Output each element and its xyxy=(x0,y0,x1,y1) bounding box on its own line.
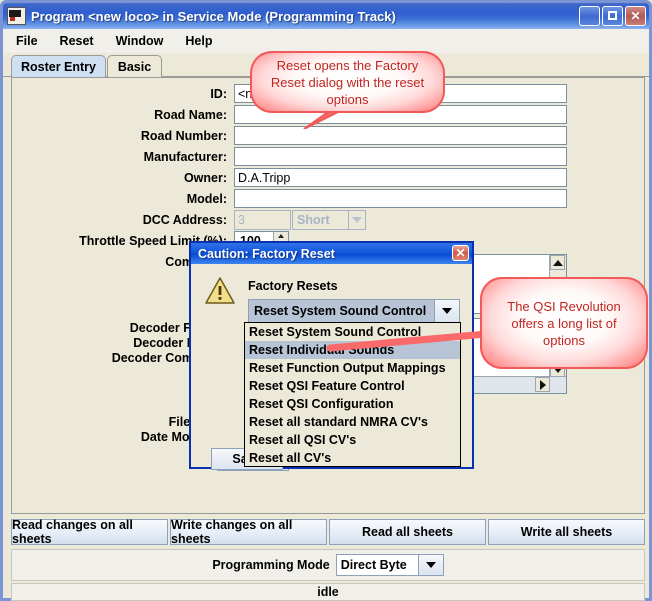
minimize-icon: _ xyxy=(585,11,594,28)
close-icon: ✕ xyxy=(630,9,641,23)
dialog-close-button[interactable]: ✕ xyxy=(452,245,469,261)
scroll-up-icon[interactable] xyxy=(550,255,565,270)
programming-mode-bar: Programming Mode Direct Byte xyxy=(11,549,645,581)
callout-qsi-revolution: The QSI Revolution offers a long list of… xyxy=(480,277,648,369)
chevron-down-icon xyxy=(348,211,365,229)
menu-item-file[interactable]: File xyxy=(7,32,47,50)
read-changes-all-sheets-button[interactable]: Read changes on all sheets xyxy=(11,518,168,546)
factory-resets-combo[interactable]: Reset System Sound Control xyxy=(248,299,460,323)
label-road-name: Road Name: xyxy=(154,108,227,122)
dcc-address-type-combo[interactable]: Short xyxy=(292,210,366,230)
window-controls: _ ✕ xyxy=(579,6,646,28)
menu-item-help[interactable]: Help xyxy=(176,32,221,50)
manufacturer-field[interactable] xyxy=(234,147,567,166)
tab-basic[interactable]: Basic xyxy=(107,55,162,77)
close-button[interactable]: ✕ xyxy=(625,6,646,26)
warning-triangle-icon xyxy=(205,277,235,304)
application-window: Program <new loco> in Service Mode (Prog… xyxy=(0,0,652,601)
list-item[interactable]: Reset QSI Configuration xyxy=(245,395,460,413)
title-bar: Program <new loco> in Service Mode (Prog… xyxy=(3,3,649,29)
chevron-down-icon[interactable] xyxy=(417,555,443,575)
list-item[interactable]: Reset all CV's xyxy=(245,449,460,467)
list-item[interactable]: Reset QSI Feature Control xyxy=(245,377,460,395)
factory-resets-label: Factory Resets xyxy=(248,279,338,293)
list-item[interactable]: Reset all standard NMRA CV's xyxy=(245,413,460,431)
minimize-button[interactable]: _ xyxy=(579,6,600,28)
factory-resets-selected-value: Reset System Sound Control xyxy=(254,304,427,318)
status-bar: idle xyxy=(11,583,645,601)
callout-pointer-line xyxy=(326,330,485,352)
menu-item-reset[interactable]: Reset xyxy=(51,32,103,50)
programming-mode-label: Programming Mode xyxy=(212,558,330,572)
dcc-address-field[interactable]: 3 xyxy=(234,210,291,230)
chevron-down-icon[interactable] xyxy=(434,300,459,322)
tab-roster-entry[interactable]: Roster Entry xyxy=(11,55,106,77)
callout-qsi-text: The QSI Revolution offers a long list of… xyxy=(507,298,621,348)
sheet-actions-toolbar: Read changes on all sheets Write changes… xyxy=(11,518,645,546)
label-manufacturer: Manufacturer: xyxy=(143,150,227,164)
callout-reset-text: Reset opens the Factory Reset dialog wit… xyxy=(270,57,425,107)
dcc-address-type-value: Short xyxy=(297,213,330,227)
locomotive-icon xyxy=(7,7,26,25)
menu-item-window[interactable]: Window xyxy=(107,32,173,50)
dialog-title-bar: Caution: Factory Reset ✕ xyxy=(191,243,472,264)
programming-mode-combo[interactable]: Direct Byte xyxy=(335,554,444,576)
label-owner: Owner: xyxy=(183,171,227,185)
callout-reset-opens-dialog: Reset opens the Factory Reset dialog wit… xyxy=(250,51,445,113)
maximize-button[interactable] xyxy=(602,6,623,26)
label-model: Model: xyxy=(186,192,227,206)
road-number-field[interactable] xyxy=(234,126,567,145)
maximize-icon xyxy=(603,7,622,25)
decoder-scroll-right-icon[interactable] xyxy=(535,377,550,392)
spinner-up-icon[interactable] xyxy=(274,232,288,241)
model-field[interactable] xyxy=(234,189,567,208)
write-all-sheets-button[interactable]: Write all sheets xyxy=(488,519,645,545)
programming-mode-value: Direct Byte xyxy=(340,558,407,572)
label-dcc-address: DCC Address: xyxy=(142,213,227,227)
label-id: ID: xyxy=(210,87,227,101)
write-changes-all-sheets-button[interactable]: Write changes on all sheets xyxy=(170,518,327,546)
list-item[interactable]: Reset all QSI CV's xyxy=(245,431,460,449)
label-road-number: Road Number: xyxy=(140,129,227,143)
window-title: Program <new loco> in Service Mode (Prog… xyxy=(31,8,396,24)
read-all-sheets-button[interactable]: Read all sheets xyxy=(329,519,486,545)
owner-field[interactable]: D.A.Tripp xyxy=(234,168,567,187)
dialog-title: Caution: Factory Reset xyxy=(198,246,335,261)
